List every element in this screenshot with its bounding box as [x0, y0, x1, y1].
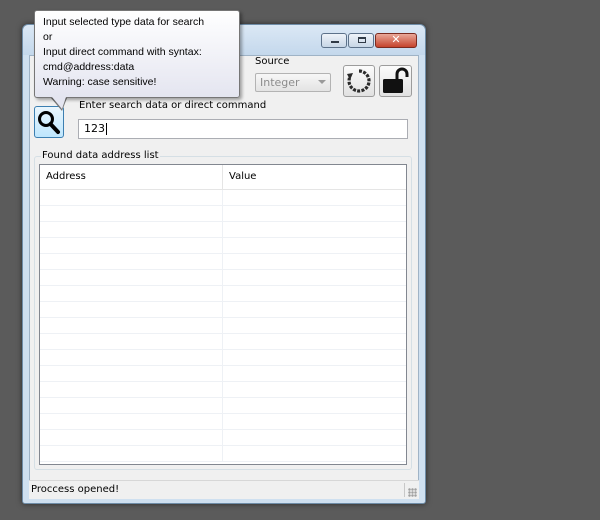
address-cell [40, 334, 223, 350]
address-cell [40, 430, 223, 446]
list-row-empty [40, 286, 406, 302]
list-row-empty [40, 414, 406, 430]
list-row-empty [40, 334, 406, 350]
list-row-empty [40, 382, 406, 398]
search-label: Enter search data or direct command [79, 100, 267, 111]
value-cell [223, 190, 406, 206]
list-row-empty [40, 446, 406, 462]
value-cell [223, 414, 406, 430]
address-cell [40, 254, 223, 270]
value-cell [223, 366, 406, 382]
address-cell [40, 190, 223, 206]
search-input-value: 123 [84, 122, 105, 135]
address-cell [40, 318, 223, 334]
address-cell [40, 350, 223, 366]
minimize-icon [331, 41, 339, 43]
status-text: Proccess opened! [31, 484, 120, 495]
resize-grip[interactable] [408, 488, 417, 497]
value-cell [223, 334, 406, 350]
address-cell [40, 238, 223, 254]
value-cell [223, 382, 406, 398]
list-row-empty [40, 350, 406, 366]
address-cell [40, 382, 223, 398]
maximize-button[interactable] [348, 33, 374, 48]
status-bar: Proccess opened! [29, 480, 419, 499]
address-cell [40, 414, 223, 430]
chevron-down-icon [318, 80, 326, 84]
refresh-button[interactable] [343, 65, 375, 97]
address-cell [40, 398, 223, 414]
value-cell [223, 302, 406, 318]
value-cell [223, 238, 406, 254]
search-tooltip: Input selected type data for search or I… [34, 10, 240, 98]
list-row-empty [40, 206, 406, 222]
maximize-icon [358, 37, 366, 43]
tooltip-line: Input direct command with syntax: [43, 46, 202, 58]
address-cell [40, 270, 223, 286]
tooltip-line: Warning: case sensitive! [43, 76, 157, 88]
tooltip-line: cmd@address:data [43, 61, 135, 73]
lock-button[interactable] [379, 65, 412, 97]
status-separator [404, 483, 405, 497]
close-icon: ✕ [391, 33, 401, 46]
tooltip-tail [52, 97, 66, 109]
value-cell [223, 350, 406, 366]
source-selected-value: Integer [260, 76, 300, 89]
magnifier-icon [38, 111, 60, 134]
value-cell [223, 446, 406, 462]
address-cell [40, 366, 223, 382]
tooltip-line: or [43, 31, 53, 43]
source-dropdown[interactable]: Integer [255, 73, 331, 92]
results-group-label: Found data address list [41, 150, 160, 161]
value-cell [223, 286, 406, 302]
caption-buttons: ✕ [320, 33, 417, 48]
list-row-empty [40, 254, 406, 270]
close-button[interactable]: ✕ [375, 33, 417, 48]
list-row-empty [40, 318, 406, 334]
value-cell [223, 206, 406, 222]
list-row-empty [40, 270, 406, 286]
source-label: Source [255, 56, 290, 67]
list-body [40, 190, 406, 462]
list-row-empty [40, 222, 406, 238]
value-cell [223, 398, 406, 414]
value-cell [223, 270, 406, 286]
list-row-empty [40, 302, 406, 318]
column-header-address[interactable]: Address [40, 165, 223, 189]
list-row-empty [40, 190, 406, 206]
minimize-button[interactable] [321, 33, 347, 48]
address-cell [40, 302, 223, 318]
address-cell [40, 222, 223, 238]
value-cell [223, 222, 406, 238]
address-cell [40, 446, 223, 462]
list-header: Address Value [40, 165, 406, 190]
list-row-empty [40, 366, 406, 382]
unlock-icon [383, 67, 409, 93]
list-row-empty [40, 238, 406, 254]
list-row-empty [40, 398, 406, 414]
address-list[interactable]: Address Value [39, 164, 407, 465]
value-cell [223, 254, 406, 270]
value-cell [223, 430, 406, 446]
address-cell [40, 206, 223, 222]
address-cell [40, 286, 223, 302]
value-cell [223, 318, 406, 334]
list-row-empty [40, 430, 406, 446]
tooltip-line: Input selected type data for search [43, 16, 205, 28]
refresh-icon [347, 69, 371, 93]
search-input[interactable]: 123 [78, 119, 408, 139]
column-header-value[interactable]: Value [223, 165, 406, 189]
client-area: Source Integer Enter search data or dire… [29, 55, 419, 481]
text-caret [106, 123, 107, 135]
